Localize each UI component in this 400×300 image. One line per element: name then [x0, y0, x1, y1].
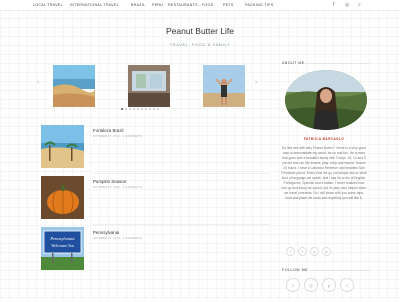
post-meta: October 16, 2014 - 4 Comments: [93, 186, 142, 189]
facebook-icon[interactable]: f: [286, 247, 295, 256]
nav-item-restaurants-food[interactable]: Restaurants - Food: [168, 3, 213, 7]
nav-item-brazil[interactable]: Brazil: [131, 3, 145, 7]
slider-dot[interactable]: [125, 108, 127, 110]
author-name: Patricia Barcaglo: [303, 137, 345, 141]
nav-item-peru[interactable]: Peru: [152, 3, 163, 7]
slider-dot[interactable]: [129, 108, 131, 110]
twitter-icon[interactable]: t: [340, 278, 354, 292]
search-icon[interactable]: ⌕: [358, 2, 361, 8]
slider-dot[interactable]: [141, 108, 143, 110]
sign-text-line-1: Pennsylvania: [49, 236, 75, 241]
slider-next-arrow[interactable]: ›: [255, 79, 257, 86]
slider-dot[interactable]: [121, 108, 123, 110]
site-tagline: Travel, Food & Family: [169, 42, 231, 47]
post-item: Pennsylvania Welcomes You Pennsylvania O…: [41, 227, 269, 271]
slider-dot[interactable]: [137, 108, 139, 110]
post-divider: [93, 224, 269, 225]
instagram-icon[interactable]: ◎: [345, 2, 349, 8]
post-thumbnail-fortaleza[interactable]: [41, 125, 84, 168]
slider-dot[interactable]: [145, 108, 147, 110]
post-meta: October 15, 2014 - 2 Comments: [93, 237, 142, 240]
site-title[interactable]: Peanut Butter Life: [0, 26, 400, 36]
nav-item-local-travel[interactable]: Local Travel: [33, 3, 63, 7]
slider-prev-arrow[interactable]: ‹: [37, 79, 39, 86]
post-title[interactable]: Fortaleza Brazil: [93, 128, 124, 133]
nav-item-international-travel[interactable]: International Travel: [70, 3, 119, 7]
widget-divider: [305, 63, 370, 64]
instagram-icon[interactable]: ◎: [304, 278, 318, 292]
facebook-icon[interactable]: f: [286, 278, 300, 292]
sign-text-line-2: Welcomes You: [51, 243, 74, 248]
pinterest-icon[interactable]: p: [322, 278, 336, 292]
post-item: Fortaleza Brazil October 17, 2014 - 3 Co…: [41, 125, 269, 174]
slide-room-image[interactable]: [128, 65, 170, 107]
top-navigation: Local Travel International Travel Brazil…: [0, 0, 400, 11]
instagram-icon[interactable]: ◎: [310, 247, 319, 256]
follow-me-title: Follow Me: [282, 268, 309, 272]
avatar: [285, 70, 367, 130]
pinterest-icon[interactable]: p: [322, 247, 331, 256]
post-thumbnail-pumpkin[interactable]: [41, 176, 84, 219]
post-title[interactable]: Pumpkin Season: [93, 179, 126, 184]
slider-dot[interactable]: [149, 108, 151, 110]
slider-dot[interactable]: [133, 108, 135, 110]
twitter-icon[interactable]: t: [298, 247, 307, 256]
slider-dot[interactable]: [153, 108, 155, 110]
post-meta: October 17, 2014 - 3 Comments: [93, 135, 142, 138]
post-divider: [93, 173, 269, 174]
slide-person-image[interactable]: [203, 65, 245, 107]
slider-dots: [121, 108, 159, 110]
slider-dot[interactable]: [157, 108, 159, 110]
nav-item-packing-tips[interactable]: Packing Tips: [245, 3, 273, 7]
post-item: Pumpkin Season October 16, 2014 - 4 Comm…: [41, 176, 269, 225]
featured-slider: ‹ ›: [37, 61, 265, 113]
facebook-icon[interactable]: f: [333, 2, 334, 8]
post-title[interactable]: Pennsylvania: [93, 230, 119, 235]
author-bio: So lets see with why Peanut Butter? I th…: [281, 146, 367, 200]
follow-social-row: f ◎ p t: [286, 278, 354, 292]
author-social-row: f t ◎ p: [286, 247, 331, 256]
about-me-title: About Me: [282, 61, 305, 65]
slide-beach-image[interactable]: [53, 65, 95, 107]
post-thumbnail-pennsylvania[interactable]: Pennsylvania Welcomes You: [41, 227, 84, 270]
widget-divider: [310, 270, 370, 271]
nav-item-pets[interactable]: Pets: [223, 3, 234, 7]
